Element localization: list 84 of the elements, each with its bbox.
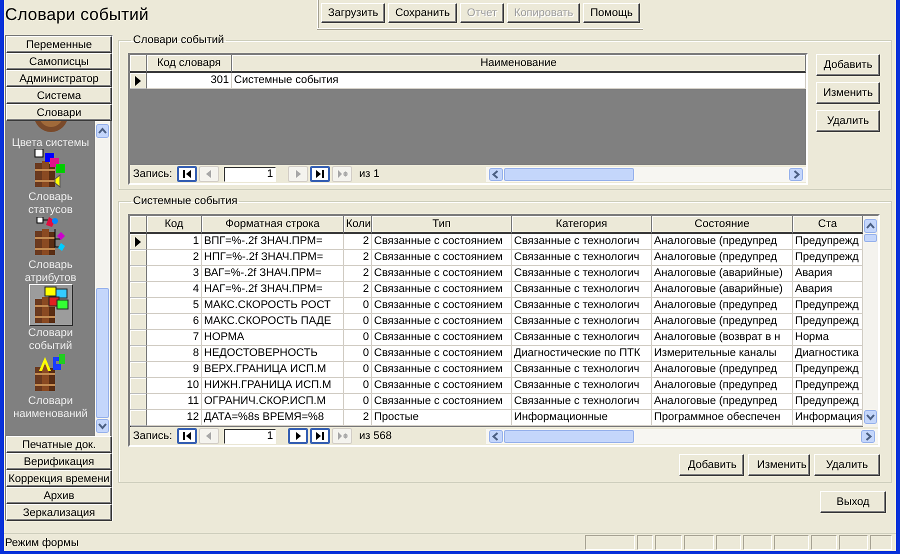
column-header[interactable]: Категория <box>512 216 652 234</box>
column-header[interactable]: Коли <box>344 216 372 234</box>
row-selector[interactable] <box>130 73 147 89</box>
status-pane <box>811 535 837 550</box>
scroll-thumb[interactable] <box>864 234 877 242</box>
sidebar-button[interactable]: Зеркализация <box>6 504 112 521</box>
scrollbar-track[interactable] <box>863 216 878 427</box>
record-count: из 568 <box>359 430 393 442</box>
scroll-down-icon <box>96 419 109 433</box>
first-record-button[interactable] <box>177 428 198 444</box>
sidebar-button[interactable]: Печатные док. <box>6 436 112 453</box>
status-pane <box>684 535 714 550</box>
row-pointer-icon <box>135 236 141 246</box>
scrollbar-track[interactable] <box>95 121 110 436</box>
new-record-icon <box>336 431 348 441</box>
column-header[interactable]: Наименование <box>232 55 806 73</box>
scroll-down-icon <box>864 410 877 424</box>
first-record-button[interactable] <box>177 166 198 182</box>
next-record-button[interactable] <box>288 428 308 444</box>
sidebar-button[interactable]: Переменные <box>6 36 112 53</box>
table-cell: Программное обеспечен <box>652 410 793 426</box>
scroll-up-icon <box>864 219 877 233</box>
scroll-right-icon <box>789 168 803 180</box>
scroll-thumb[interactable] <box>504 430 634 442</box>
sidebar-button[interactable]: Коррекция времени <box>6 470 112 487</box>
sidebar-button[interactable]: Словари <box>6 104 112 121</box>
toolbar-button[interactable]: Сохранить <box>388 3 457 23</box>
column-header[interactable]: Состояние <box>652 216 793 234</box>
record-label: Запись: <box>133 430 172 442</box>
scroll-up-icon <box>96 124 109 138</box>
column-header[interactable]: Тип <box>372 216 512 234</box>
exit-button[interactable]: Выход <box>820 491 886 513</box>
toolbar-button[interactable]: Загрузить <box>321 3 386 23</box>
column-header[interactable]: Код <box>147 216 202 234</box>
scroll-thumb[interactable] <box>504 168 634 180</box>
sidebar-button[interactable]: Верификация <box>6 453 112 470</box>
action-button[interactable]: Удалить <box>816 110 880 132</box>
sidebar-button[interactable]: Система <box>6 87 112 104</box>
window-title: Словари событий <box>4 4 150 26</box>
last-record-icon <box>314 431 326 441</box>
action-button[interactable]: Изменить <box>748 454 810 476</box>
action-button[interactable]: Удалить <box>814 454 880 476</box>
status-pane <box>870 535 892 550</box>
status-pane <box>655 535 682 550</box>
status-pane <box>743 535 772 550</box>
last-record-icon <box>314 169 326 179</box>
table-cell: 2 <box>344 410 372 426</box>
scroll-left-icon <box>489 430 504 442</box>
scroll-right-icon <box>861 430 875 442</box>
sidebar-button[interactable]: Архив <box>6 487 112 504</box>
last-record-button[interactable] <box>310 428 330 444</box>
sidebar-button[interactable]: Администратор <box>6 70 112 87</box>
table-cell: ДАТА=%8s ВРЕМЯ=%8 <box>202 410 344 426</box>
record-field[interactable]: 1 <box>224 166 276 182</box>
action-button[interactable]: Изменить <box>816 82 880 104</box>
status-text: Режим формы <box>5 536 80 548</box>
action-button[interactable]: Добавить <box>679 454 744 476</box>
sidebar-button[interactable]: Самописцы <box>6 53 112 70</box>
scroll-left-icon <box>489 168 504 180</box>
toolbar-button[interactable]: Помощь <box>583 3 640 23</box>
status-pane <box>585 535 635 550</box>
record-count: из 1 <box>359 168 381 180</box>
first-record-icon <box>182 431 193 441</box>
last-record-button[interactable] <box>310 166 330 182</box>
group-title: Системные события <box>132 195 238 208</box>
status-pane <box>774 535 809 550</box>
status-pane <box>637 535 653 550</box>
row-pointer-icon <box>135 76 141 86</box>
table-cell: Простые <box>372 410 512 426</box>
action-button[interactable]: Добавить <box>816 54 880 76</box>
table-cell: 12 <box>147 410 202 426</box>
status-pane <box>839 535 868 550</box>
table-cell: Информационные <box>512 410 652 426</box>
column-header[interactable]: Код словаря <box>147 55 232 73</box>
scroll-thumb[interactable] <box>96 288 109 418</box>
status-pane <box>716 535 741 550</box>
group-title: Словари событий <box>132 34 226 47</box>
record-label: Запись: <box>133 168 172 180</box>
new-record-icon <box>336 169 348 179</box>
first-record-icon <box>182 169 193 179</box>
column-header[interactable]: Форматная строка <box>202 216 344 234</box>
column-header[interactable]: Ста <box>793 216 863 234</box>
row-selector[interactable] <box>130 234 147 250</box>
record-field[interactable]: 1 <box>224 428 276 444</box>
